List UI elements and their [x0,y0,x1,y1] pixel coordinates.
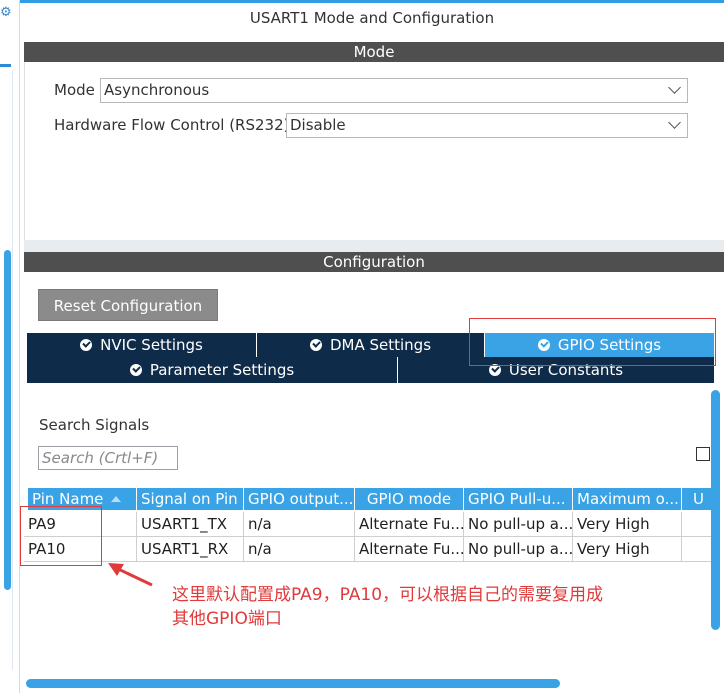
check-circle-icon [309,339,322,351]
tab-dma-settings[interactable]: DMA Settings [257,333,485,357]
top-accent-border [20,0,724,3]
annotation-text: 这里默认配置成PA9，PA10，可以根据自己的需要复用成 其他GPIO端口 [172,583,692,631]
flow-control-select-value: Disable [290,116,346,134]
table-cell-max-output[interactable]: Very High [573,512,682,537]
tab-nvic-settings[interactable]: NVIC Settings [27,333,257,357]
column-header-signal[interactable]: Signal on Pin [137,488,244,510]
selection-indicator [0,64,11,67]
reset-configuration-button[interactable]: Reset Configuration [38,289,218,321]
table-cell-gpio-pull[interactable]: No pull-up a... [464,512,573,537]
flow-control-label: Hardware Flow Control (RS232) [54,116,290,134]
page-title: USART1 Mode and Configuration [249,9,495,27]
left-side-panel: ⚙ [0,0,20,693]
column-header-gpio-pull[interactable]: GPIO Pull-u... [464,488,573,510]
tab-parameter-settings[interactable]: Parameter Settings [27,357,398,383]
annotation-line-2: 其他GPIO端口 [172,609,282,629]
left-divider [12,70,13,670]
gear-icon[interactable]: ⚙ [0,6,14,20]
search-input[interactable]: Search (Crtl+F) [38,446,178,470]
table-cell-gpio-output[interactable]: n/a [244,512,355,537]
table-cell-gpio-mode[interactable]: Alternate Fu... [355,537,464,562]
column-header-gpio-mode[interactable]: GPIO mode [355,488,464,510]
table-cell-gpio-output[interactable]: n/a [244,537,355,562]
section-separator [24,240,724,252]
configuration-section-header: Configuration [24,252,724,272]
mode-section-header: Mode [24,42,724,62]
mode-label: Mode [54,81,95,99]
usart-config-window: ⚙ USART1 Mode and Configuration Mode Mod… [0,0,724,693]
horizontal-scrollbar[interactable] [26,679,560,688]
mode-select[interactable]: Asynchronous [100,78,688,103]
search-signals-label: Search Signals [39,416,150,434]
table-cell-max-output[interactable]: Very High [573,537,682,562]
table-cell-signal[interactable]: USART1_TX [137,512,244,537]
check-circle-icon [129,364,142,376]
check-circle-icon [80,339,93,351]
annotation-line-1: 这里默认配置成PA9，PA10，可以根据自己的需要复用成 [172,585,604,605]
mode-select-value: Asynchronous [104,81,210,99]
chevron-down-icon [668,116,681,129]
column-header-gpio-output[interactable]: GPIO output... [244,488,355,510]
sort-up-icon [111,496,122,502]
column-header-maximum-output[interactable]: Maximum o... [573,488,682,510]
flow-control-select[interactable]: Disable [286,113,688,138]
table-cell-gpio-mode[interactable]: Alternate Fu... [355,512,464,537]
pin-highlight-box [20,506,102,566]
show-only-modified-checkbox[interactable] [696,447,710,461]
tab-label: Parameter Settings [149,361,295,379]
tab-label: DMA Settings [329,336,432,354]
tab-label: NVIC Settings [100,336,203,354]
chevron-down-icon [668,81,681,94]
left-scrollbar[interactable] [4,250,11,590]
vertical-scrollbar[interactable] [711,390,720,630]
annotation-arrow-icon [108,563,153,587]
gpio-tab-highlight-box [469,318,716,366]
table-cell-gpio-pull[interactable]: No pull-up a... [464,537,573,562]
